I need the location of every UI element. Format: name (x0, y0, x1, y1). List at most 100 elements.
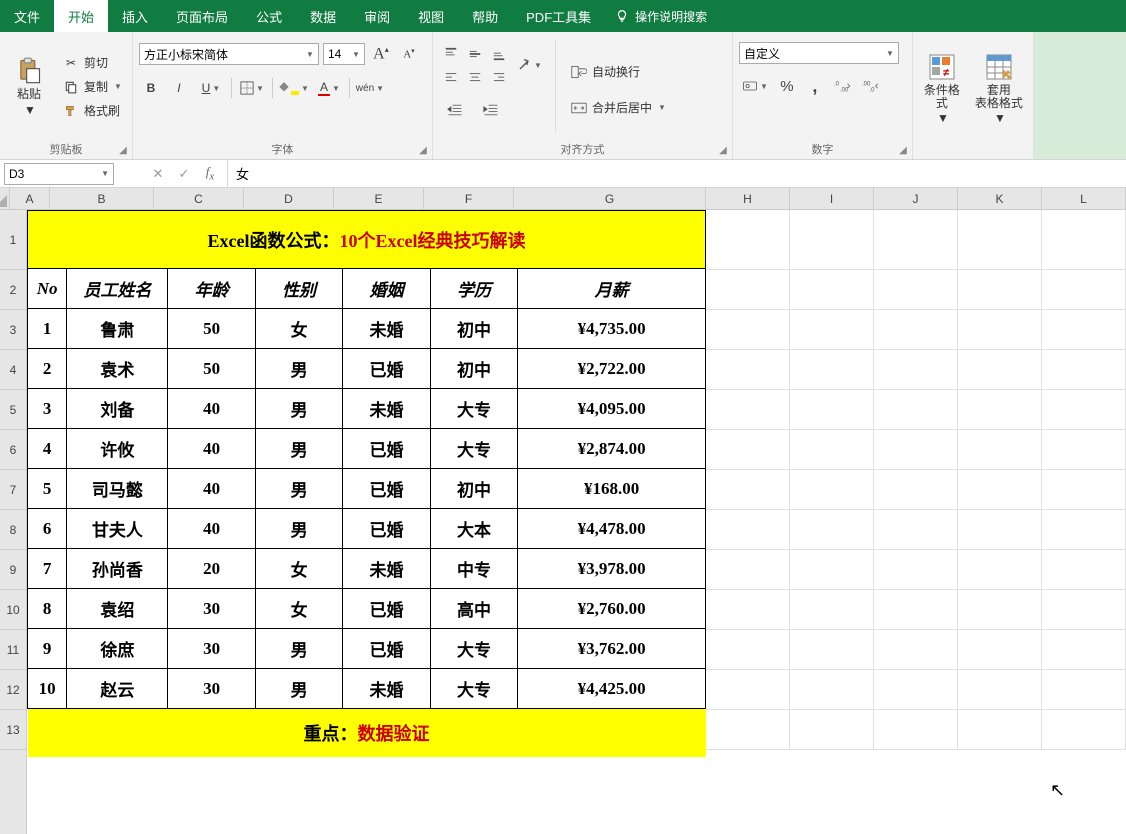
empty-cell[interactable] (706, 430, 790, 470)
empty-cell[interactable] (958, 550, 1042, 590)
wrap-text-button[interactable]: 自动换行 (566, 61, 670, 83)
empty-cell[interactable] (874, 210, 958, 270)
col-header-I[interactable]: I (790, 188, 874, 209)
table-cell[interactable]: 6 (28, 509, 67, 549)
indent-decrease-button[interactable] (439, 98, 471, 122)
empty-cell[interactable] (874, 470, 958, 510)
empty-cell[interactable] (958, 270, 1042, 310)
table-cell[interactable]: ¥168.00 (518, 469, 706, 509)
table-cell[interactable]: 40 (168, 429, 255, 469)
col-header-D[interactable]: D (244, 188, 334, 209)
table-cell[interactable]: 9 (28, 629, 67, 669)
dialog-launcher-icon[interactable]: ◢ (896, 143, 910, 157)
table-cell[interactable]: 初中 (430, 469, 517, 509)
table-cell[interactable]: 女 (255, 549, 342, 589)
empty-cell[interactable] (958, 510, 1042, 550)
table-cell[interactable]: 女 (255, 309, 342, 349)
table-cell[interactable]: 甘夫人 (67, 509, 168, 549)
table-cell[interactable]: 男 (255, 669, 342, 709)
table-cell[interactable]: 50 (168, 349, 255, 389)
fx-icon[interactable]: fx (201, 164, 219, 183)
name-box[interactable]: D3▼ (4, 163, 114, 185)
table-header[interactable]: 婚姻 (343, 269, 430, 309)
table-cell[interactable]: 未婚 (343, 309, 430, 349)
empty-cell[interactable] (958, 710, 1042, 750)
empty-cell[interactable] (1042, 470, 1126, 510)
sheet-footer[interactable]: 重点：数据验证 (28, 709, 706, 757)
table-cell[interactable]: 高中 (430, 589, 517, 629)
empty-cell[interactable] (706, 210, 790, 270)
col-header-L[interactable]: L (1042, 188, 1126, 209)
table-cell[interactable]: 已婚 (343, 629, 430, 669)
table-cell[interactable]: 未婚 (343, 669, 430, 709)
table-cell[interactable]: 男 (255, 389, 342, 429)
row-header-4[interactable]: 4 (0, 350, 26, 390)
empty-cell[interactable] (1042, 310, 1126, 350)
grow-font-button[interactable]: A▴ (369, 42, 393, 66)
row-header-10[interactable]: 10 (0, 590, 26, 630)
table-cell[interactable]: 徐庶 (67, 629, 168, 669)
table-cell[interactable]: 男 (255, 469, 342, 509)
table-cell[interactable]: 鲁肃 (67, 309, 168, 349)
align-middle-button[interactable] (463, 42, 487, 66)
dialog-launcher-icon[interactable]: ◢ (116, 143, 130, 157)
cancel-icon[interactable]: ✕ (149, 166, 167, 182)
table-cell[interactable]: ¥4,425.00 (518, 669, 706, 709)
empty-cell[interactable] (874, 710, 958, 750)
empty-cell[interactable] (706, 550, 790, 590)
empty-cell[interactable] (706, 270, 790, 310)
menu-公式[interactable]: 公式 (242, 0, 296, 32)
table-header[interactable]: 年龄 (168, 269, 255, 309)
table-header[interactable]: 员工姓名 (67, 269, 168, 309)
currency-button[interactable]: ▼ (739, 74, 771, 98)
empty-cell[interactable] (874, 310, 958, 350)
align-left-button[interactable] (439, 66, 463, 90)
table-cell[interactable]: 1 (28, 309, 67, 349)
table-cell[interactable]: 女 (255, 589, 342, 629)
empty-cell[interactable] (706, 310, 790, 350)
formula-input[interactable] (228, 160, 1126, 187)
empty-cell[interactable] (790, 270, 874, 310)
empty-cell[interactable] (706, 590, 790, 630)
table-header[interactable]: 学历 (430, 269, 517, 309)
menu-审阅[interactable]: 审阅 (350, 0, 404, 32)
empty-cell[interactable] (1042, 710, 1126, 750)
empty-cell[interactable] (958, 470, 1042, 510)
col-header-K[interactable]: K (958, 188, 1042, 209)
empty-cell[interactable] (706, 670, 790, 710)
table-cell[interactable]: 已婚 (343, 469, 430, 509)
table-cell[interactable]: 未婚 (343, 549, 430, 589)
sheet-title[interactable]: Excel函数公式：10个Excel经典技巧解读 (28, 211, 706, 269)
fill-color-button[interactable]: ▼ (277, 76, 309, 100)
empty-cell[interactable] (874, 670, 958, 710)
row-header-8[interactable]: 8 (0, 510, 26, 550)
cut-button[interactable]: ✂剪切 (58, 52, 126, 74)
table-cell[interactable]: 20 (168, 549, 255, 589)
table-cell[interactable]: 8 (28, 589, 67, 629)
empty-cell[interactable] (874, 630, 958, 670)
table-cell[interactable]: 10 (28, 669, 67, 709)
empty-cell[interactable] (1042, 590, 1126, 630)
table-cell[interactable]: 未婚 (343, 389, 430, 429)
empty-cell[interactable] (790, 310, 874, 350)
empty-cell[interactable] (958, 390, 1042, 430)
decrease-decimal-button[interactable]: .00.0 (859, 74, 883, 98)
table-cell[interactable]: ¥2,722.00 (518, 349, 706, 389)
table-cell[interactable]: 赵云 (67, 669, 168, 709)
table-cell[interactable]: 已婚 (343, 429, 430, 469)
empty-cell[interactable] (874, 270, 958, 310)
empty-cell[interactable] (1042, 550, 1126, 590)
empty-cell[interactable] (790, 350, 874, 390)
table-cell[interactable]: 3 (28, 389, 67, 429)
col-header-E[interactable]: E (334, 188, 424, 209)
table-cell[interactable]: 已婚 (343, 589, 430, 629)
empty-cell[interactable] (958, 210, 1042, 270)
table-cell[interactable]: 30 (168, 629, 255, 669)
empty-cell[interactable] (790, 430, 874, 470)
table-cell[interactable]: ¥3,978.00 (518, 549, 706, 589)
table-cell[interactable]: 司马懿 (67, 469, 168, 509)
increase-decimal-button[interactable]: .0.00 (831, 74, 855, 98)
cells-area[interactable]: Excel函数公式：10个Excel经典技巧解读No员工姓名年龄性别婚姻学历月薪… (27, 210, 1126, 757)
phonetic-button[interactable]: wén▼ (354, 76, 386, 100)
col-header-A[interactable]: A (10, 188, 50, 209)
